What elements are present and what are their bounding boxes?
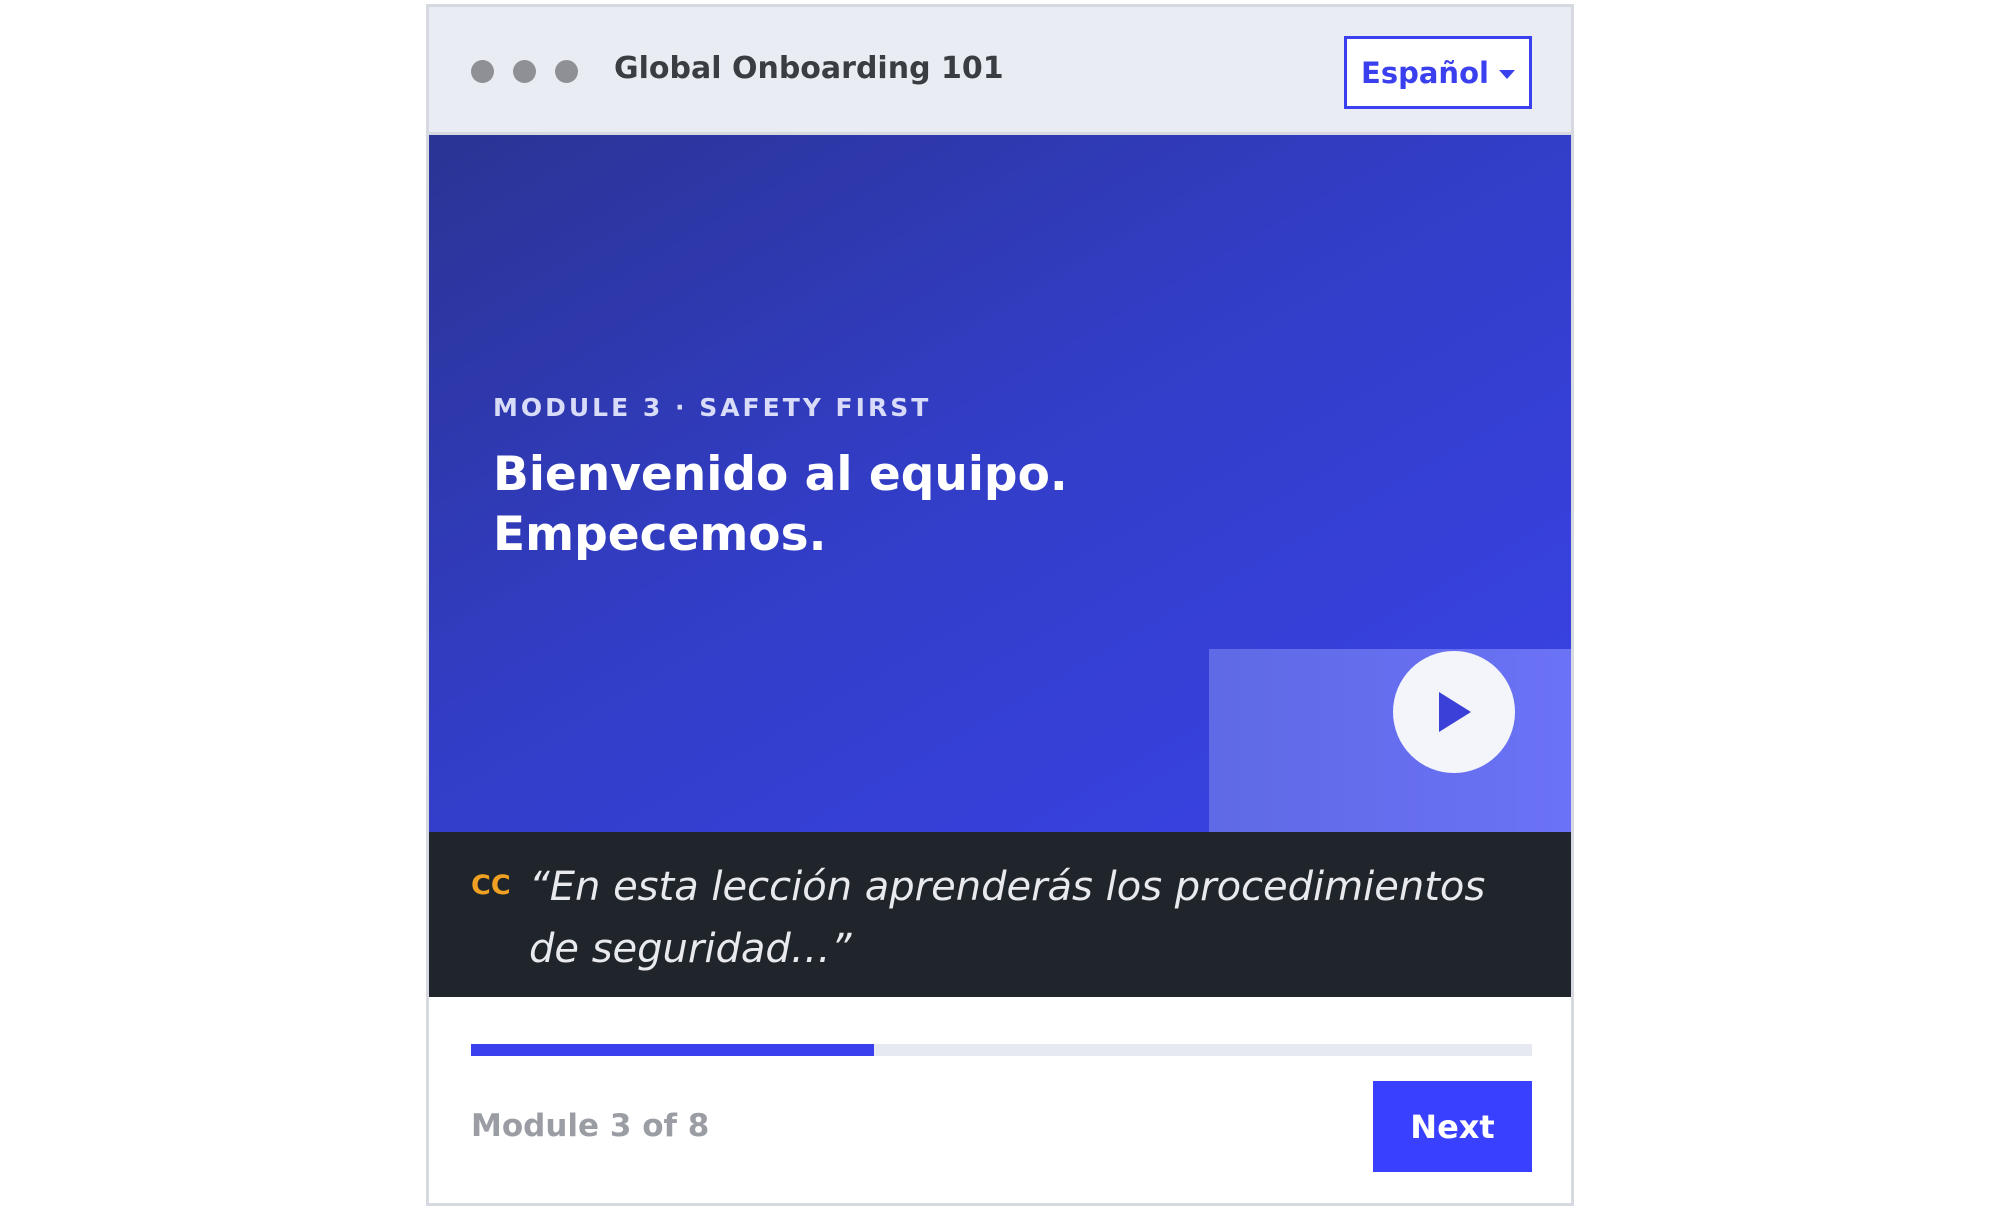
course-title: Global Onboarding 101	[614, 51, 1004, 86]
next-button[interactable]: Next	[1373, 1081, 1532, 1172]
video-thumbnail	[1209, 649, 1571, 832]
play-icon	[1439, 692, 1471, 732]
video-player[interactable]: MODULE 3 · SAFETY FIRST Bienvenido al eq…	[429, 135, 1571, 832]
cc-icon: CC	[471, 870, 511, 901]
module-counter: Module 3 of 8	[471, 1108, 710, 1144]
title-bar: Global Onboarding 101 Español	[429, 7, 1571, 135]
window-dot-icon	[513, 60, 536, 83]
window-dot-icon	[471, 60, 494, 83]
chevron-down-icon	[1498, 70, 1515, 79]
caption-text: “En esta lección aprenderás los procedim…	[529, 864, 1486, 972]
progress-fill	[471, 1044, 875, 1056]
caption-bar: CC “En esta lección aprenderás los proce…	[429, 832, 1571, 997]
video-headline: Bienvenido al equipo. Empecemos.	[493, 447, 1068, 562]
progress-bar	[471, 1044, 1532, 1056]
module-kicker: MODULE 3 · SAFETY FIRST	[493, 393, 932, 422]
window-dot-icon	[555, 60, 578, 83]
app-window: Global Onboarding 101 Español MODULE 3 ·…	[426, 4, 1574, 1206]
play-button[interactable]	[1393, 651, 1515, 773]
language-dropdown[interactable]: Español	[1344, 36, 1532, 109]
language-selected-label: Español	[1361, 55, 1489, 90]
